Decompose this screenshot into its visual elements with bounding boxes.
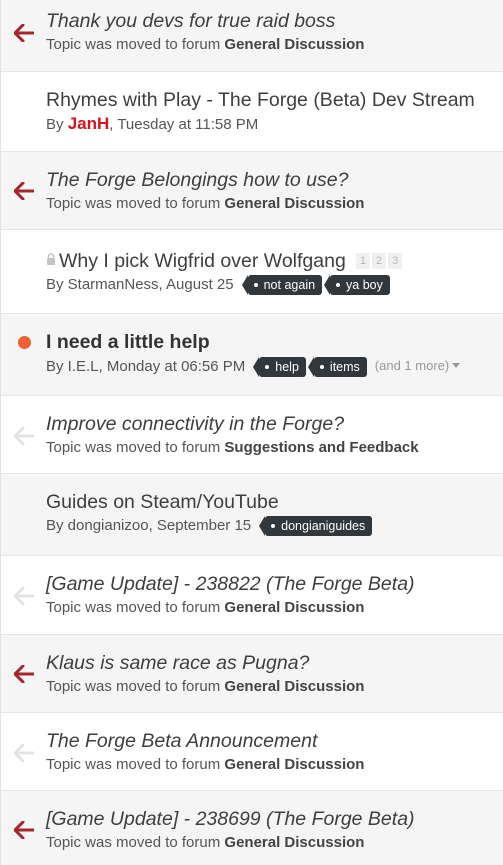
topic-title-link[interactable]: Klaus is same race as Pugna? [46,651,499,675]
arrow-left-icon [13,663,35,685]
tag-list: help items [253,357,375,377]
topic-title-link[interactable]: Rhymes with Play - The Forge (Beta) Dev … [46,88,499,112]
forum-link[interactable]: General Discussion [224,36,364,53]
tag[interactable]: not again [241,275,323,295]
topic-title-link[interactable]: Improve connectivity in the Forge? [46,412,499,436]
moved-text: Topic was moved to forum [46,834,225,851]
author-link[interactable]: JanH [68,114,110,133]
tag[interactable]: items [307,357,367,377]
topic-row[interactable]: Guides on Steam/YouTube By dongianizoo, … [0,474,503,556]
topic-list: Thank you devs for true raid boss Topic … [0,0,503,865]
moved-text: Topic was moved to forum [46,195,225,212]
forum-link[interactable]: General Discussion [224,599,364,616]
topic-row-moved[interactable]: Improve connectivity in the Forge? Topic… [0,396,503,474]
topic-row-moved[interactable]: [Game Update] - 238822 (The Forge Beta) … [0,556,503,635]
arrow-left-icon [13,425,35,447]
topic-row-moved[interactable]: Klaus is same race as Pugna? Topic was m… [0,635,503,713]
arrow-left-icon [13,585,35,607]
topic-row-locked[interactable]: Why I pick Wigfrid over Wolfgang 1 2 3 By S… [0,230,503,314]
page-link[interactable]: 2 [371,253,387,269]
arrow-left-icon [13,742,35,764]
forum-link[interactable]: General Discussion [224,756,364,773]
caret-down-icon [452,363,461,368]
forum-link[interactable]: General Discussion [224,678,364,695]
page-link[interactable]: 3 [388,253,403,269]
topic-row-moved[interactable]: Thank you devs for true raid boss Topic … [0,0,503,72]
topic-meta: By I.E.L, Monday at 06:56 PM [46,358,246,375]
forum-link[interactable]: General Discussion [224,834,364,851]
forum-link[interactable]: General Discussion [224,195,364,212]
topic-date: , Tuesday at 11:58 PM [109,116,259,133]
topic-title-link[interactable]: Thank you devs for true raid boss [46,9,499,33]
tag[interactable]: help [253,357,306,377]
tag-list: not again ya boy [241,275,398,295]
topic-title-link[interactable]: The Forge Belongings how to use? [46,168,499,192]
topic-row-unread[interactable]: I need a little help By I.E.L, Monday at… [0,314,503,396]
topic-title-link[interactable]: Why I pick Wigfrid over Wolfgang [59,250,346,272]
topic-title-link[interactable]: [Game Update] - 238822 (The Forge Beta) [46,572,499,596]
moved-text: Topic was moved to forum [46,439,225,456]
tag-list: dongianiguides [259,516,380,536]
forum-link[interactable]: Suggestions and Feedback [224,439,418,456]
page-link[interactable]: 1 [355,253,370,269]
topic-meta: By StarmanNess, August 25 [46,276,234,293]
arrow-left-icon [13,819,35,841]
moved-text: Topic was moved to forum [46,756,225,773]
arrow-left-icon [13,22,35,44]
tag[interactable]: ya boy [324,275,390,295]
lock-icon [46,247,56,271]
moved-text: Topic was moved to forum [46,36,225,53]
topic-meta: By dongianizoo, September 15 [46,517,252,534]
pagination: 123 [355,246,404,270]
topic-row-moved[interactable]: The Forge Belongings how to use? Topic w… [0,152,503,230]
unread-dot-icon [13,331,35,353]
topic-title-link[interactable]: The Forge Beta Announcement [46,729,499,753]
topic-title-link[interactable]: Guides on Steam/YouTube [46,490,499,514]
topic-title-link[interactable]: [Game Update] - 238699 (The Forge Beta) [46,807,499,831]
more-tags-toggle[interactable]: (and 1 more) [375,356,461,376]
topic-row[interactable]: Rhymes with Play - The Forge (Beta) Dev … [0,72,503,152]
topic-row-moved[interactable]: [Game Update] - 238699 (The Forge Beta) … [0,791,503,865]
moved-text: Topic was moved to forum [46,678,225,695]
topic-row-moved[interactable]: The Forge Beta Announcement Topic was mo… [0,713,503,791]
arrow-left-icon [13,180,35,202]
by-label: By [46,116,68,133]
moved-text: Topic was moved to forum [46,599,225,616]
topic-title-link[interactable]: I need a little help [46,330,499,354]
tag[interactable]: dongianiguides [259,516,373,536]
